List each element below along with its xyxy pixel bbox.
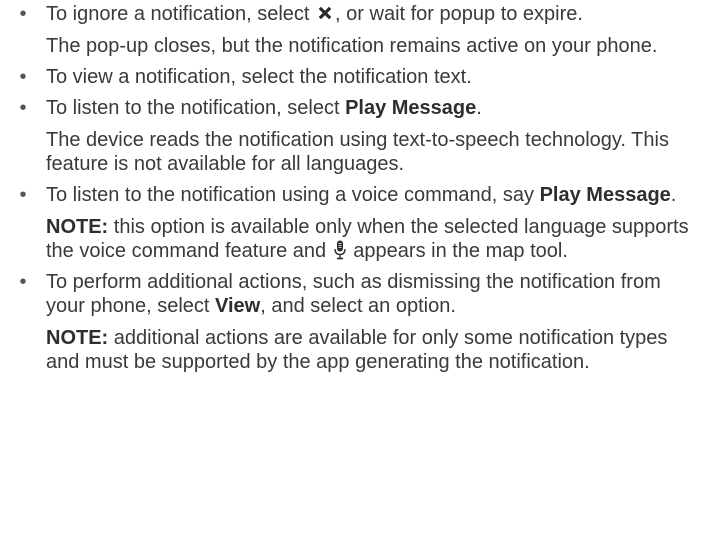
instruction-text: To perform additional actions, such as d…	[46, 271, 661, 317]
instruction-text: To listen to the notification using a vo…	[46, 184, 677, 206]
view-label: View	[215, 295, 261, 317]
instruction-detail: The device reads the notification using …	[46, 129, 669, 175]
instruction-list: • To ignore a notification, select , or …	[0, 2, 715, 374]
list-item: • To ignore a notification, select , or …	[0, 2, 715, 58]
instruction-detail: The pop-up closes, but the notification …	[46, 35, 658, 57]
bullet: •	[19, 66, 27, 88]
manual-page: • To ignore a notification, select , or …	[0, 0, 715, 550]
bullet: •	[19, 3, 27, 25]
instruction-text: To ignore a notification, select , or wa…	[46, 3, 583, 25]
list-item: • To view a notification, select the not…	[0, 65, 715, 89]
bullet: •	[19, 97, 27, 119]
list-item: • To listen to the notification, select …	[0, 96, 715, 176]
play-message-label: Play Message	[539, 184, 671, 206]
close-x-icon	[318, 6, 332, 20]
instruction-text: To listen to the notification, select Pl…	[46, 97, 482, 119]
note: NOTE: additional actions are available f…	[46, 327, 668, 373]
note-label: NOTE:	[46, 327, 109, 349]
play-message-label: Play Message	[345, 97, 477, 119]
note: NOTE: this option is available only when…	[46, 216, 689, 262]
microphone-icon	[334, 240, 346, 260]
list-item: • To listen to the notification using a …	[0, 183, 715, 263]
bullet: •	[19, 184, 27, 206]
instruction-text: To view a notification, select the notif…	[46, 66, 472, 88]
list-item: • To perform additional actions, such as…	[0, 270, 715, 374]
note-label: NOTE:	[46, 216, 109, 238]
bullet: •	[19, 271, 27, 293]
